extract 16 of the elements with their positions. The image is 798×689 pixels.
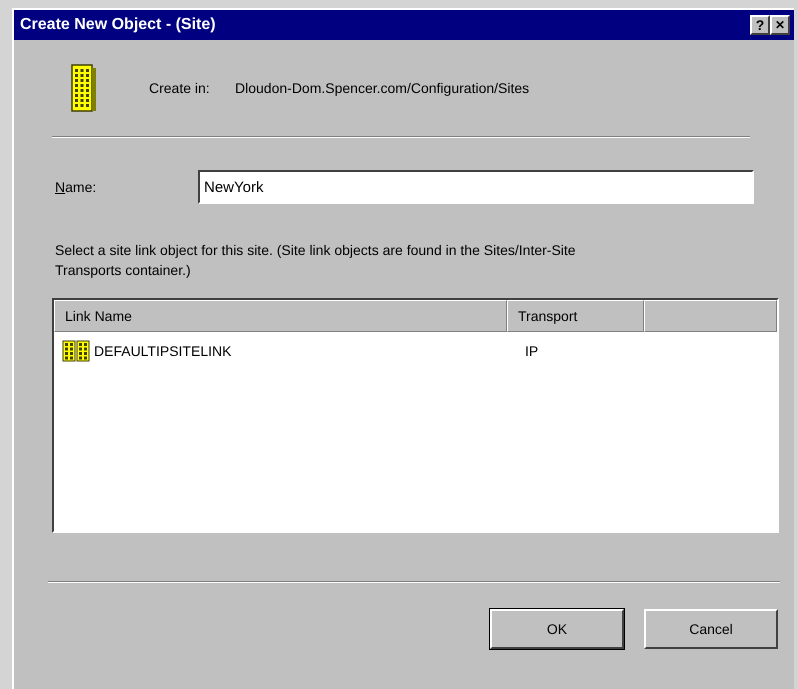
- help-button[interactable]: ?: [750, 15, 770, 35]
- create-in-path: Dloudon-Dom.Spencer.com/Configuration/Sites: [235, 80, 530, 96]
- instructions-text: Select a site link object for this site. (Site link objects are found in the Sites/Inter-Site Transports container.): [55, 241, 577, 280]
- create-in-label: Create in:: [149, 80, 211, 96]
- buildings-icon: [62, 340, 90, 362]
- column-header[interactable]: Link Name: [54, 300, 507, 332]
- name-label: Name:: [55, 179, 98, 195]
- table-cell: DEFAULTIPSITELINK: [94, 343, 232, 359]
- column-header[interactable]: Transport: [507, 300, 644, 332]
- cancel-button[interactable]: Cancel: [644, 609, 778, 649]
- building-icon: [70, 63, 98, 113]
- table-cell: IP: [525, 343, 538, 359]
- ok-button[interactable]: OK: [490, 609, 624, 649]
- close-button[interactable]: ✕: [770, 15, 790, 35]
- name-field[interactable]: NewYork: [198, 170, 754, 204]
- window-title: Create New Object - (Site): [20, 16, 217, 34]
